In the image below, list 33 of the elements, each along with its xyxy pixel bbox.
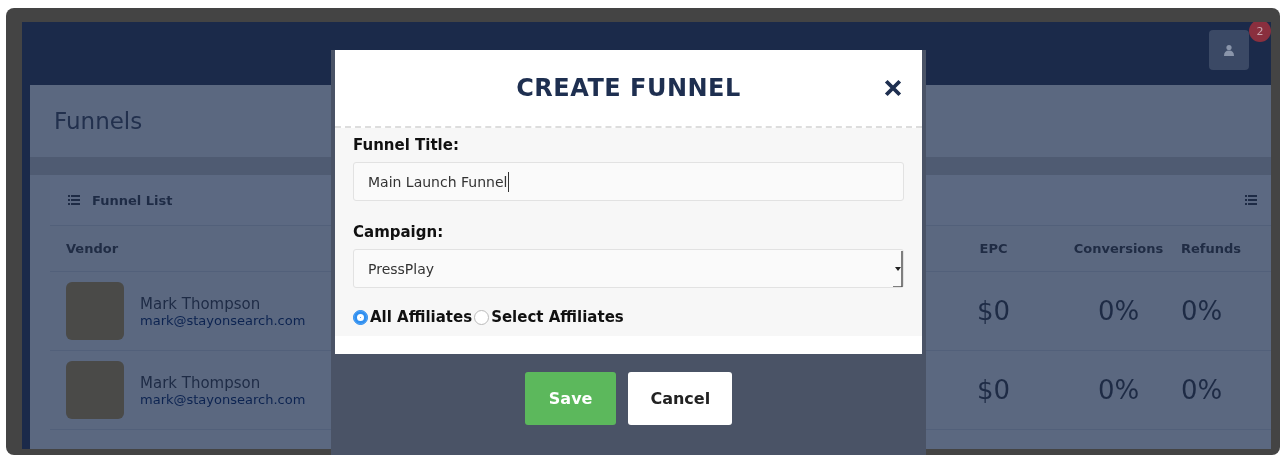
table-cell: 0% [1097,296,1140,326]
radio-button[interactable] [474,309,490,325]
table-cell: 0% [1181,375,1223,405]
photo-placeholder [66,282,124,340]
close-icon[interactable] [884,79,902,97]
vendor-name: Mark Thompson [140,294,262,313]
field-label: Funnel Title: [353,136,460,154]
campaign-dropdown[interactable]: PressPlay [353,249,904,288]
vendor-name: Mark Thompson [140,373,262,392]
panel-title: Funnel List [92,192,173,208]
table-cell: $0 [976,375,1011,405]
column-header: Conversions [1073,241,1164,256]
field-label: Campaign: [353,223,445,241]
page-title: Funnels [54,108,143,134]
photo-placeholder [66,361,124,419]
title-input-field[interactable]: Main Launch Funnel [353,162,904,201]
notification-badge: 2 [1249,22,1271,42]
cancel-button[interactable]: Cancel [628,372,733,425]
radio-label: Select Affiliates [491,308,624,326]
radio-label: All Affiliates [370,308,473,326]
column-header: Vendor [66,241,120,256]
table-cell: $0 [976,296,1011,326]
radio-button[interactable] [353,309,368,325]
table-cell: 0% [1181,296,1223,326]
column-header: EPC [979,241,1008,256]
user-button[interactable] [1209,30,1249,70]
column-header: Refunds [1181,241,1242,256]
dropdown-arrow-icon [893,250,903,287]
dialog-title: CREATE FUNNEL [516,74,741,102]
table-cell: 0% [1097,375,1140,405]
list-icon[interactable] [1245,195,1257,205]
user-icon [1223,44,1235,56]
list-icon [68,195,80,205]
